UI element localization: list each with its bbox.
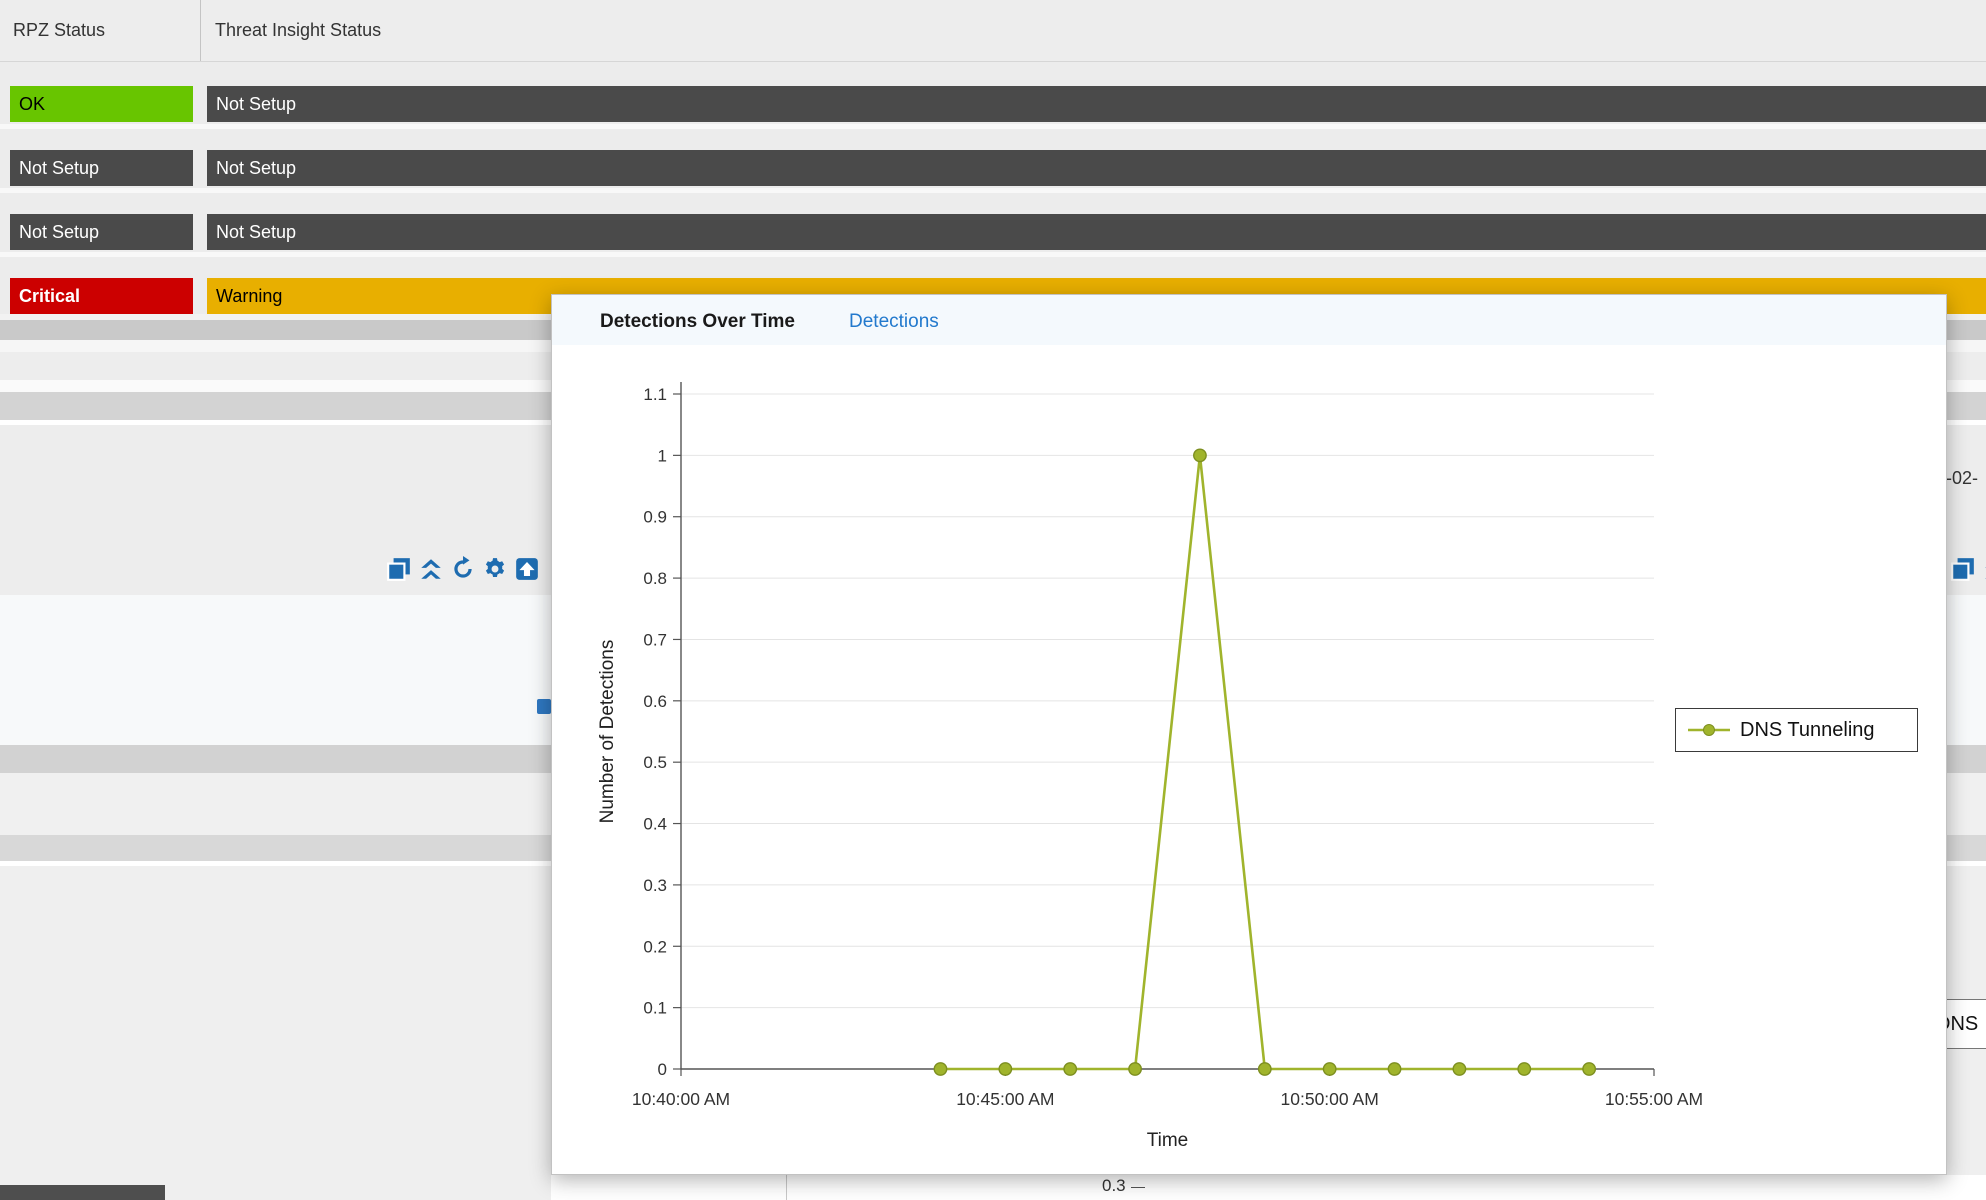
axis-label-fragment: 0.3: [1102, 1176, 1145, 1196]
copy-icon[interactable]: [1950, 556, 1976, 582]
svg-text:0: 0: [658, 1060, 667, 1079]
threat-status-cell[interactable]: Not Setup: [207, 150, 1986, 186]
refresh-icon[interactable]: [450, 556, 476, 582]
background-chart-gridline-fragment: [786, 1175, 787, 1200]
dashboard-screen: RPZ Status Threat Insight Status OK Not …: [0, 0, 1986, 1200]
date-fragment: -02-: [1946, 468, 1978, 489]
copy-icon[interactable]: [386, 556, 412, 582]
row-separator: [0, 188, 1986, 193]
svg-text:0.2: 0.2: [643, 937, 667, 956]
svg-text:10:45:00 AM: 10:45:00 AM: [956, 1089, 1054, 1109]
background-band: [551, 1175, 1986, 1200]
column-header-threat-insight-status[interactable]: Threat Insight Status: [215, 0, 381, 61]
svg-text:1: 1: [658, 446, 667, 465]
svg-text:Number of Detections: Number of Detections: [597, 640, 618, 824]
blue-icon-fragment: [537, 699, 551, 714]
popup-title: Detections Over Time: [600, 311, 795, 333]
legend-dns-tunneling[interactable]: DNS Tunneling: [1675, 708, 1918, 752]
chart-svg: 0 0.1 0.2 0.3 0.4 0.5 0.6 0.7 0.8 0.9 1 1.1 10:40:00…: [561, 351, 1941, 1171]
detections-chart: 0 0.1 0.2 0.3 0.4 0.5 0.6 0.7 0.8 0.9 1 1.1 10:40:00…: [561, 351, 1941, 1171]
rpz-status-cell[interactable]: Critical: [10, 278, 193, 314]
svg-text:0.9: 0.9: [643, 508, 667, 527]
status-row-0[interactable]: OK Not Setup: [0, 86, 1986, 122]
svg-text:Time: Time: [1147, 1130, 1189, 1151]
detections-popup: Detections Over Time Detections 00.10.20…: [551, 294, 1947, 1175]
svg-text:1.1: 1.1: [643, 385, 667, 404]
row-separator: [0, 252, 1986, 257]
legend-label: DNS Tunneling: [1740, 719, 1875, 742]
popup-header: Detections Over Time Detections: [552, 295, 1946, 345]
legend-line-icon: [1686, 723, 1732, 737]
bottom-dark-band: [0, 1185, 165, 1200]
collapse-icon[interactable]: [1982, 556, 1986, 582]
rpz-status-cell[interactable]: OK: [10, 86, 193, 122]
svg-text:10:40:00 AM: 10:40:00 AM: [632, 1089, 730, 1109]
row-separator: [0, 124, 1986, 129]
status-row-2[interactable]: Not Setup Not Setup: [0, 214, 1986, 250]
upload-icon[interactable]: [514, 556, 540, 582]
threat-status-cell[interactable]: Not Setup: [207, 214, 1986, 250]
gear-icon[interactable]: [482, 556, 508, 582]
threat-status-cell[interactable]: Not Setup: [207, 86, 1986, 122]
widget-toolbar: [386, 556, 540, 582]
svg-text:10:50:00 AM: 10:50:00 AM: [1281, 1089, 1379, 1109]
svg-text:0.4: 0.4: [643, 815, 667, 834]
collapse-icon[interactable]: [418, 556, 444, 582]
svg-text:0.6: 0.6: [643, 692, 667, 711]
svg-text:10:55:00 AM: 10:55:00 AM: [1605, 1089, 1703, 1109]
column-divider: [200, 0, 201, 61]
status-table-header: RPZ Status Threat Insight Status: [0, 0, 1986, 62]
rpz-status-cell[interactable]: Not Setup: [10, 214, 193, 250]
rpz-status-cell[interactable]: Not Setup: [10, 150, 193, 186]
svg-text:0.1: 0.1: [643, 999, 667, 1018]
svg-text:0.7: 0.7: [643, 630, 667, 649]
widget-toolbar-fragment: [1950, 556, 1986, 582]
svg-text:0.5: 0.5: [643, 753, 667, 772]
column-header-rpz-status[interactable]: RPZ Status: [13, 0, 105, 61]
tab-detections[interactable]: Detections: [849, 311, 939, 333]
svg-text:0.3: 0.3: [643, 876, 667, 895]
svg-text:0.8: 0.8: [643, 569, 667, 588]
status-row-1[interactable]: Not Setup Not Setup: [0, 150, 1986, 186]
